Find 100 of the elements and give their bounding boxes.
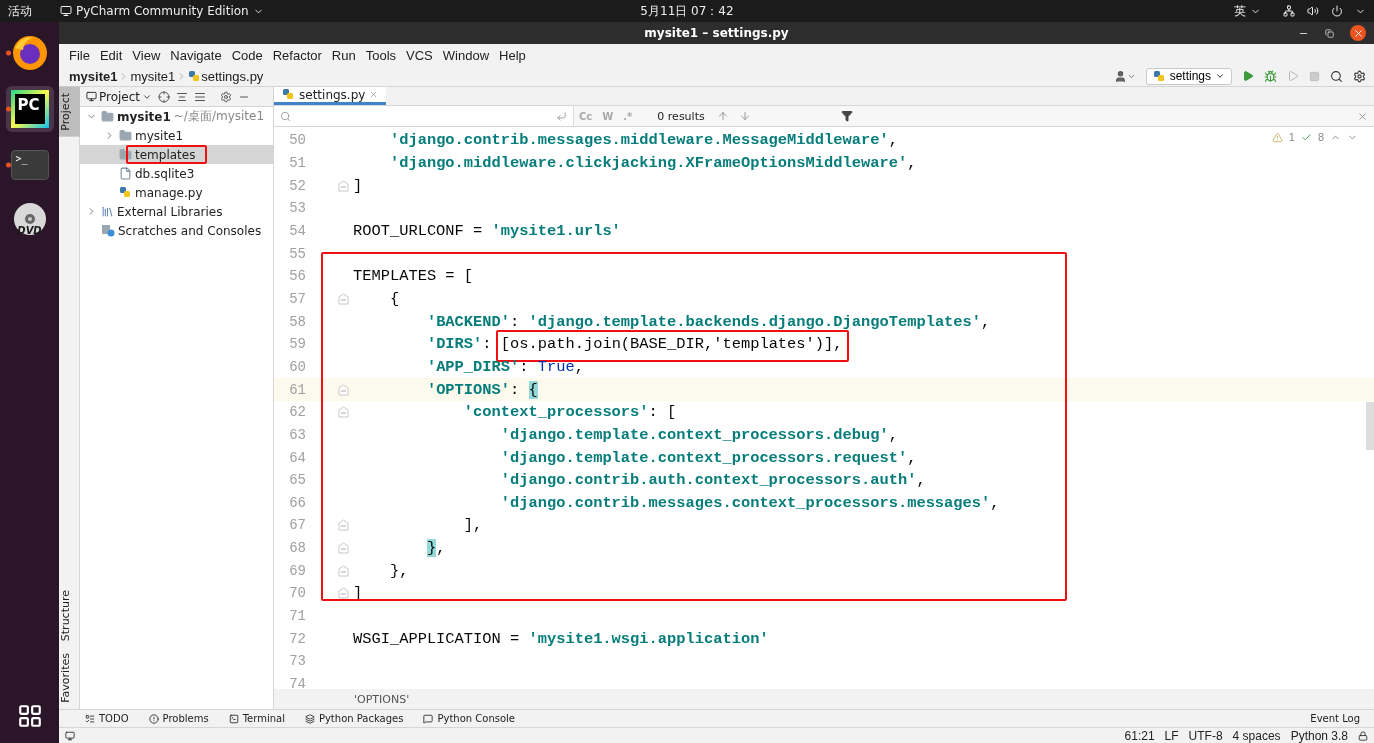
status-item[interactable]: LF (1164, 728, 1179, 743)
code-line: 'django.middleware.clickjacking.XFrameOptionsMiddleware', (388, 154, 917, 172)
tool-window-button[interactable]: TODO (85, 713, 129, 724)
line-number: 65 (288, 472, 306, 489)
tree-item[interactable]: mysite1 (80, 126, 273, 145)
coverage-icon[interactable] (1287, 70, 1299, 82)
tree-item[interactable]: mysite1 ~/桌面/mysite1 (80, 107, 273, 126)
restore-icon[interactable] (1325, 28, 1334, 38)
side-tab[interactable]: Structure (59, 584, 80, 648)
menu-item[interactable]: Window (437, 47, 495, 63)
line-number: 50 (288, 132, 306, 149)
code-breadcrumb[interactable]: 'OPTIONS' (354, 692, 410, 706)
status-item[interactable]: UTF-8 (1188, 728, 1223, 743)
code-line: 'django.template.context_processors.request', (499, 448, 917, 467)
breadcrumb-item[interactable]: mysite1 (69, 68, 118, 84)
search-field[interactable] (274, 106, 574, 126)
code-line: 'django.contrib.messages.context_processors.messages', (499, 493, 1000, 512)
close-icon[interactable] (369, 90, 379, 99)
browser-icon[interactable] (10, 34, 49, 72)
fold-marker-icon[interactable] (338, 383, 349, 396)
layout-icon[interactable] (65, 730, 75, 741)
app-menu[interactable]: PyCharm Community Edition (60, 4, 264, 18)
menu-item[interactable]: Code (226, 47, 268, 63)
clock[interactable]: 5月11日 07：42 (640, 2, 734, 20)
settings-icon[interactable] (220, 90, 233, 103)
volume-icon[interactable] (1307, 5, 1319, 17)
status-item[interactable]: 4 spaces (1232, 728, 1281, 743)
user-icon[interactable] (1113, 69, 1127, 83)
typo-count[interactable]: 8 (1317, 131, 1324, 143)
tree-item[interactable]: manage.py (80, 183, 273, 202)
menu-item[interactable]: File (64, 47, 95, 63)
pycharm-app-icon[interactable]: PC (10, 90, 49, 128)
run-config-dropdown[interactable]: settings (1145, 67, 1232, 85)
terminal-app-icon[interactable]: >_ (10, 150, 49, 180)
event-log-button[interactable]: Event Log (1310, 713, 1360, 724)
line-number: 62 (288, 404, 306, 421)
locate-icon[interactable] (158, 90, 171, 103)
settings-icon[interactable] (1353, 69, 1366, 83)
activities-button[interactable]: 活动 (8, 2, 32, 20)
status-item[interactable]: Python 3.8 (1290, 728, 1348, 743)
power-icon[interactable] (1331, 5, 1343, 17)
line-number: 51 (288, 155, 306, 171)
side-tab[interactable]: Project (59, 87, 80, 137)
fold-marker-icon[interactable] (338, 179, 349, 192)
tree-item[interactable]: db.sqlite3 (80, 164, 273, 183)
tool-window-icon (228, 713, 239, 724)
menu-item[interactable]: Edit (94, 47, 128, 63)
tool-window-icon (148, 713, 159, 724)
tool-window-button[interactable]: Python Console (423, 713, 515, 724)
code-line: ROOT_URLCONF = 'mysite1.urls' (353, 221, 621, 240)
arrow-up-icon[interactable] (716, 110, 729, 122)
tree-item[interactable]: External Libraries (80, 202, 273, 221)
folder-icon (119, 129, 132, 142)
close-icon[interactable] (1357, 110, 1368, 122)
bug-icon[interactable] (1264, 69, 1277, 83)
menu-item[interactable]: Refactor (267, 47, 327, 63)
close-button[interactable] (1350, 25, 1366, 41)
line-number: 71 (288, 608, 306, 625)
folder-icon (101, 110, 114, 123)
status-item[interactable]: 61:21 (1124, 728, 1155, 743)
fold-marker-icon[interactable] (338, 519, 349, 532)
fold-marker-icon[interactable] (338, 292, 349, 305)
apps-grid-icon[interactable] (16, 703, 43, 729)
warning-count[interactable]: 1 (1288, 131, 1295, 143)
breadcrumb-item[interactable]: settings.py (201, 68, 264, 84)
tool-window-icon (304, 713, 315, 724)
run-icon[interactable] (1242, 70, 1254, 82)
tree-item[interactable]: templates (80, 145, 273, 164)
editor-tab[interactable]: settings.py (274, 87, 387, 105)
code-line: 'django.template.context_processors.debug', (499, 425, 898, 444)
fold-marker-icon[interactable] (338, 587, 349, 600)
menu-item[interactable]: VCS (401, 47, 438, 63)
scrollbar-thumb[interactable] (1366, 402, 1374, 450)
lock-icon[interactable] (1358, 730, 1368, 741)
window-title: mysite1 – settings.py (644, 26, 789, 40)
fold-marker-icon[interactable] (338, 406, 349, 419)
breadcrumb-item[interactable]: mysite1 (130, 68, 176, 84)
search-icon[interactable] (1330, 69, 1343, 83)
side-tab[interactable]: Favorites (59, 647, 80, 709)
tool-window-button[interactable]: Terminal (228, 713, 285, 724)
collapse-all-icon[interactable] (194, 90, 207, 103)
network-icon[interactable] (1283, 5, 1295, 17)
menu-item[interactable]: Navigate (165, 47, 227, 63)
expand-all-icon[interactable] (176, 90, 189, 103)
menu-item[interactable]: View (127, 47, 166, 63)
menu-item[interactable]: Tools (360, 47, 402, 63)
fold-marker-icon[interactable] (338, 542, 349, 555)
tool-window-button[interactable]: Python Packages (304, 713, 404, 724)
window-icon (60, 5, 72, 17)
menu-item[interactable]: Run (326, 47, 361, 63)
menu-item[interactable]: Help (494, 47, 531, 63)
line-number: 61 (288, 381, 306, 398)
input-method-menu[interactable]: 英 (1234, 2, 1261, 20)
tool-window-button[interactable]: Problems (148, 713, 209, 724)
tree-item[interactable]: Scratches and Consoles (80, 221, 273, 240)
fold-marker-icon[interactable] (338, 564, 349, 577)
stop-icon[interactable] (1309, 70, 1320, 82)
arrow-down-icon[interactable] (738, 110, 751, 122)
results-count: 0 results (657, 109, 705, 123)
filter-icon[interactable] (840, 110, 853, 122)
